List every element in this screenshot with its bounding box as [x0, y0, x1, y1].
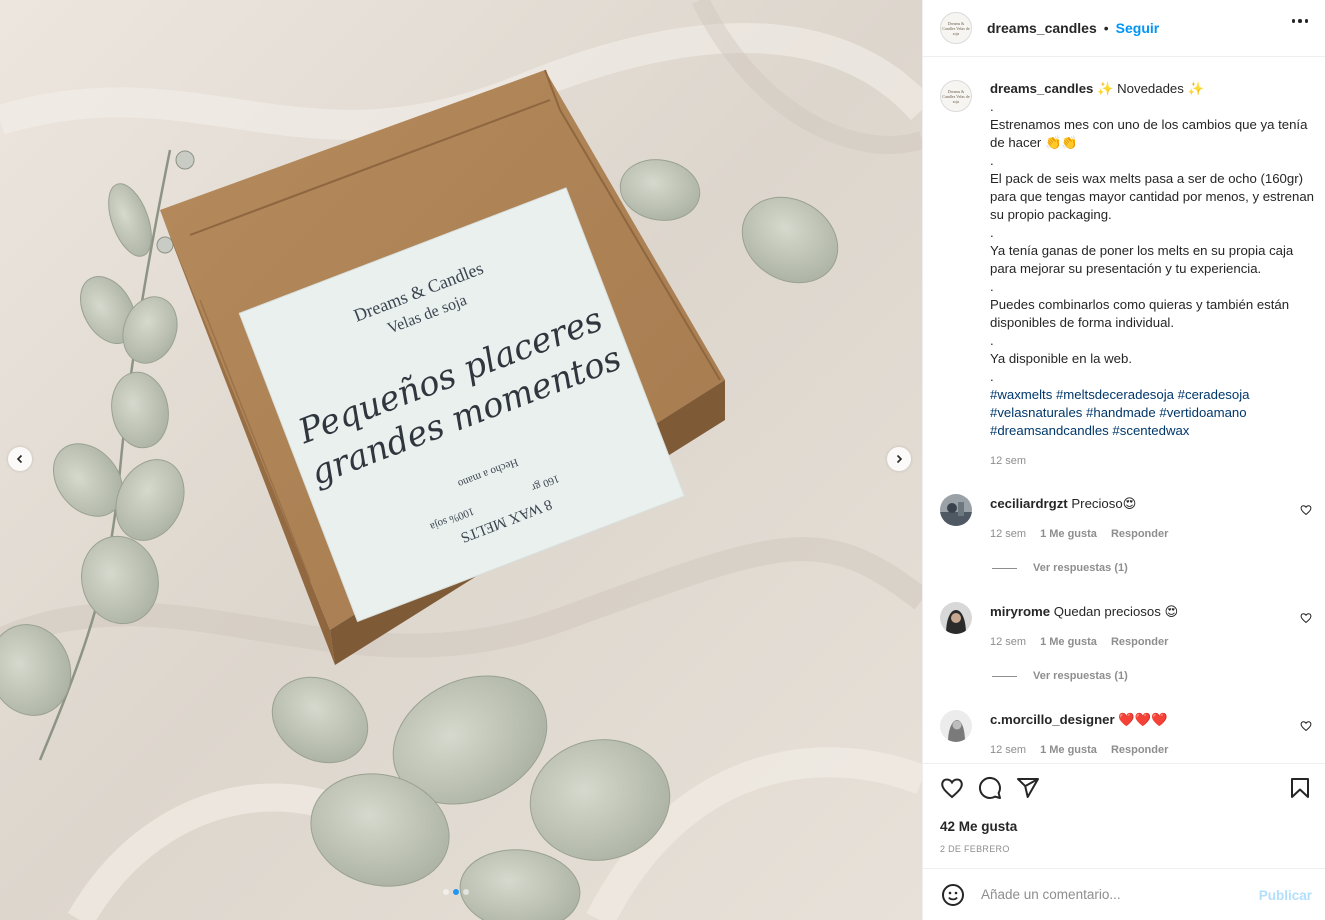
caption: Dreams & Candles Velas de soja dreams_ca… — [940, 80, 1320, 470]
replies-divider — [992, 567, 1017, 569]
comment-text: ceciliardrgzt Precioso😍 — [990, 496, 1137, 511]
carousel-prev-button[interactable] — [8, 447, 32, 471]
follow-button[interactable]: Seguir — [1116, 20, 1160, 36]
post-media[interactable]: Dreams & Candles Velas de soja Pequeños … — [0, 0, 922, 920]
caption-line: . — [990, 99, 994, 114]
heart-icon[interactable] — [1300, 504, 1312, 516]
comment-text: miryrome Quedan preciosos 😍 — [990, 604, 1179, 619]
carousel-indicator — [443, 889, 469, 895]
comment-meta: 12 sem 1 Me gusta Responder — [990, 528, 1169, 540]
caption-line: Puedes combinarlos como quieras y tambié… — [990, 297, 1290, 330]
post-dialog: Dreams & Candles Velas de soja Pequeños … — [0, 0, 1325, 920]
product-photo: Dreams & Candles Velas de soja Pequeños … — [0, 0, 922, 920]
caption-hashtags[interactable]: #waxmelts #meltsdeceradesoja #ceradesoja… — [990, 386, 1320, 440]
reply-button[interactable]: Responder — [1111, 528, 1168, 540]
avatar[interactable]: Dreams & Candles Velas de soja — [940, 12, 972, 44]
chevron-right-icon — [896, 454, 903, 464]
caption-body: dreams_candles ✨ Novedades ✨ . Estrenamo… — [990, 80, 1320, 470]
comment-likes[interactable]: 1 Me gusta — [1040, 636, 1097, 648]
share-paper-plane-icon[interactable] — [1016, 776, 1040, 800]
comments-scroll-area[interactable]: Dreams & Candles Velas de soja dreams_ca… — [923, 58, 1325, 763]
comment-bubble-icon[interactable] — [978, 776, 1002, 800]
comment-username[interactable]: ceciliardrgzt — [990, 496, 1068, 511]
emoji-smiley-icon[interactable] — [941, 883, 965, 907]
caption-line: . — [990, 279, 994, 294]
comment-likes[interactable]: 1 Me gusta — [1040, 744, 1097, 756]
carousel-dot-active — [453, 889, 459, 895]
caption-username[interactable]: dreams_candles — [990, 81, 1093, 96]
carousel-dot — [463, 889, 469, 895]
comment-item: miryrome Quedan preciosos 😍 12 sem 1 Me g… — [940, 602, 1312, 692]
comment-meta: 12 sem 1 Me gusta Responder — [990, 744, 1169, 756]
caption-line: Ya disponible en la web. — [990, 351, 1132, 366]
comment-item: ceciliardrgzt Precioso😍 12 sem 1 Me gusta… — [940, 494, 1312, 584]
heart-icon[interactable] — [1300, 720, 1312, 732]
post-header: Dreams & Candles Velas de soja dreams_ca… — [923, 0, 1325, 57]
more-options-button[interactable] — [1291, 19, 1308, 23]
comment-username[interactable]: c.morcillo_designer — [990, 712, 1115, 727]
heart-icon[interactable] — [1300, 612, 1312, 624]
reply-button[interactable]: Responder — [1111, 744, 1168, 756]
action-bar: 42 Me gusta 2 DE FEBRERO — [923, 763, 1325, 868]
comment-avatar[interactable] — [940, 710, 972, 742]
comment-meta: 12 sem 1 Me gusta Responder — [990, 636, 1169, 648]
caption-avatar[interactable]: Dreams & Candles Velas de soja — [940, 80, 972, 112]
caption-line: Estrenamos mes con uno de los cambios qu… — [990, 117, 1308, 150]
comment-avatar[interactable] — [940, 494, 972, 526]
caption-line: . — [990, 225, 994, 240]
post-sidebar: Dreams & Candles Velas de soja dreams_ca… — [922, 0, 1325, 920]
reply-button[interactable]: Responder — [1111, 636, 1168, 648]
more-icon — [1291, 19, 1295, 23]
action-icons — [940, 776, 1040, 800]
caption-title: ✨ Novedades ✨ — [1097, 81, 1204, 96]
like-heart-icon[interactable] — [940, 776, 964, 800]
likes-count[interactable]: 42 Me gusta — [940, 819, 1017, 834]
add-comment-bar: Añade un comentario... Publicar — [923, 868, 1325, 920]
caption-time[interactable]: 12 sem — [990, 452, 1320, 470]
comment-username[interactable]: miryrome — [990, 604, 1050, 619]
view-replies-button[interactable]: Ver respuestas (1) — [992, 670, 1128, 682]
chevron-left-icon — [16, 454, 23, 464]
post-date[interactable]: 2 DE FEBRERO — [940, 844, 1010, 854]
caption-line: . — [990, 153, 994, 168]
comment-avatar[interactable] — [940, 602, 972, 634]
caption-line: Ya tenía ganas de poner los melts en su … — [990, 243, 1294, 276]
replies-divider — [992, 675, 1017, 677]
header-separator: • — [1103, 20, 1109, 36]
comment-likes[interactable]: 1 Me gusta — [1040, 528, 1097, 540]
comment-text: c.morcillo_designer ❤️❤️❤️ — [990, 712, 1168, 727]
carousel-next-button[interactable] — [887, 447, 911, 471]
carousel-dot — [443, 889, 449, 895]
avatar-logo: Dreams & Candles Velas de soja — [942, 20, 970, 36]
caption-line: El pack de seis wax melts pasa a ser de … — [990, 171, 1315, 222]
header-username[interactable]: dreams_candles — [987, 20, 1097, 36]
caption-line: . — [990, 369, 994, 384]
bookmark-save-icon[interactable] — [1288, 776, 1312, 800]
view-replies-button[interactable]: Ver respuestas (1) — [992, 562, 1128, 574]
caption-line: . — [990, 333, 994, 348]
comment-item: c.morcillo_designer ❤️❤️❤️ 12 sem 1 Me gu… — [940, 710, 1312, 763]
publish-button[interactable]: Publicar — [1259, 888, 1312, 903]
